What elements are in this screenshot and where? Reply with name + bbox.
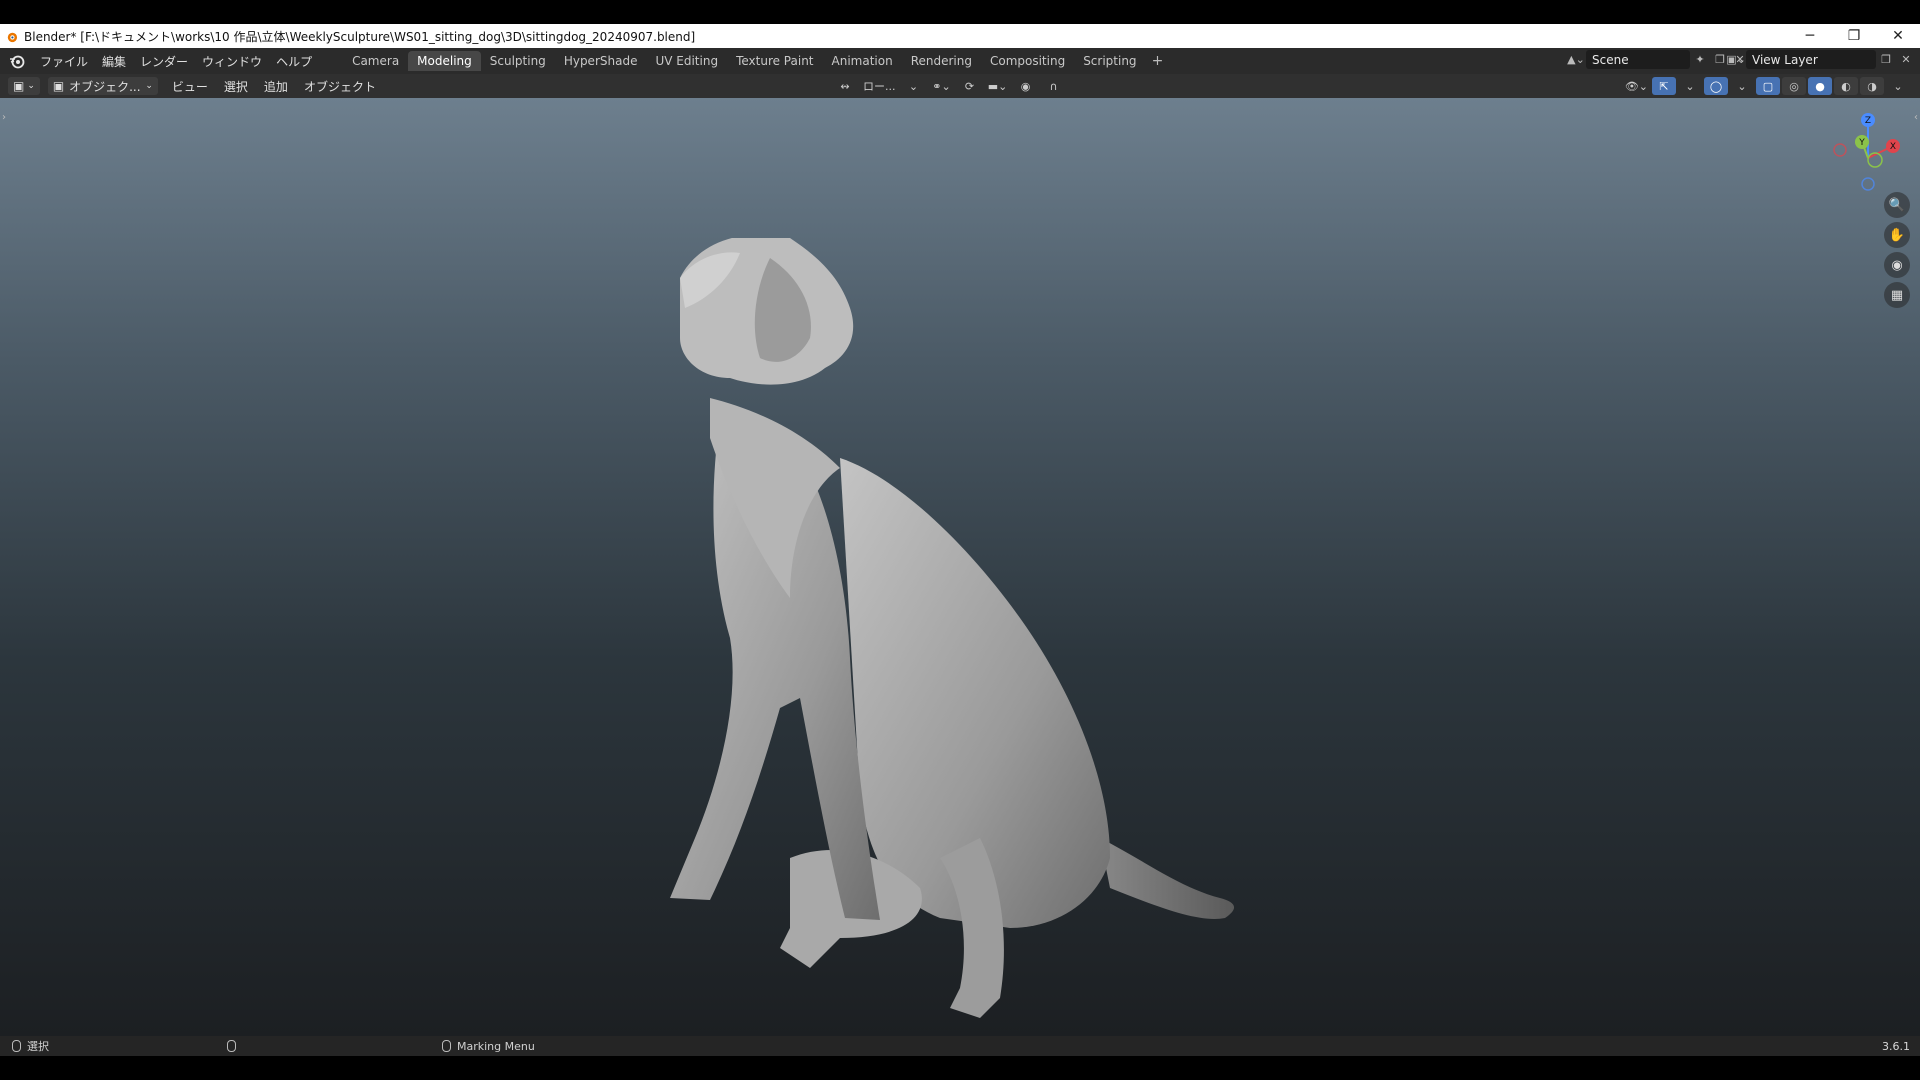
falloff-icon[interactable]: ∩ [1042,77,1066,95]
pan-hand-icon[interactable]: ✋ [1884,222,1910,248]
chevron-down-icon[interactable]: ⌄ [1678,77,1702,95]
object-mode-icon: ▣ [52,79,65,93]
minimize-button[interactable]: ─ [1788,24,1832,48]
screen-bottom-border [0,1056,1920,1080]
sidebar-expand-icon[interactable]: ‹ [1914,112,1918,123]
tab-sculpting[interactable]: Sculpting [481,51,555,71]
overlays-toggle-icon[interactable]: ◯ [1704,77,1728,95]
tab-texture-paint[interactable]: Texture Paint [727,51,822,71]
editor-type-dropdown[interactable]: ▣ ⌄ [8,77,40,95]
mode-dropdown[interactable]: ▣ オブジェク... ⌄ [47,77,158,95]
pin-icon[interactable]: ✦ [1690,50,1710,69]
toolbar-expand-icon[interactable]: › [2,112,6,123]
viewport-display-tools: 👁⌄ ⇱ ⌄ ◯ ⌄ ▢ ◎ ● ◐ ◑ ⌄ [1623,77,1910,95]
menu-add[interactable]: 追加 [256,78,296,95]
delete-view-layer-icon[interactable]: ✕ [1896,50,1916,69]
blender-logo-icon[interactable] [9,53,25,69]
viewport-header: ▣ ⌄ ▣ オブジェク... ⌄ ビュー 選択 追加 オブジェクト ↭ ロー..… [0,74,1920,98]
select-hint: 選択 [27,1040,49,1053]
chevron-down-icon[interactable]: ⌄ [1886,77,1910,95]
version-label: 3.6.1 [1882,1040,1910,1053]
menu-window[interactable]: ウィンドウ [195,53,269,70]
transform-orientation-dropdown[interactable]: ロー... [861,77,898,95]
editor-type-icon: ▣ [13,79,25,93]
gizmo-z-label: Z [1865,116,1871,126]
menu-file[interactable]: ファイル [33,53,95,70]
solid-shading-icon[interactable]: ● [1808,77,1832,95]
transform-tools: ↭ ロー... ⌄ ⚭⌄ ⟳ ▬⌄ ◉ ∩ [833,77,1066,95]
pivot-point-icon[interactable]: ⚭⌄ [930,77,954,95]
tab-camera[interactable]: Camera [343,51,408,71]
chevron-down-icon: ⌄ [145,81,153,91]
menu-object[interactable]: オブジェクト [296,78,384,95]
menu-view[interactable]: ビュー [164,78,216,95]
scene-icon[interactable]: ▲⌄ [1566,50,1586,69]
marking-menu-hint: Marking Menu [457,1039,535,1053]
tab-rendering[interactable]: Rendering [902,51,981,71]
tab-modeling[interactable]: Modeling [408,51,481,71]
perspective-grid-icon[interactable]: ▦ [1884,282,1910,308]
snap-target-icon[interactable]: ▬⌄ [986,77,1010,95]
view-layer-icon[interactable]: ▣⌄ [1726,50,1746,69]
chevron-down-icon[interactable]: ⌄ [1730,77,1754,95]
sitting-dog-model[interactable] [640,238,1260,1036]
gizmo-x-label: X [1890,142,1896,152]
workspace-tabs: Camera Modeling Sculpting HyperShade UV … [343,51,1169,71]
navigation-gizmo[interactable]: Z Y X [1818,108,1908,198]
close-button[interactable]: ✕ [1876,24,1920,48]
tab-scripting[interactable]: Scripting [1074,51,1145,71]
tab-uv-editing[interactable]: UV Editing [646,51,727,71]
screen-top-border [0,0,1920,24]
view-layer-field[interactable]: View Layer [1746,50,1876,69]
blender-app-icon [7,32,18,42]
middle-mouse-icon [227,1040,236,1052]
chevron-down-icon[interactable]: ⌄ [902,77,926,95]
xray-toggle-icon[interactable]: ▢ [1756,77,1780,95]
window-controls: ─ ❐ ✕ [1788,24,1920,48]
proportional-edit-icon[interactable]: ◉ [1014,77,1038,95]
scene-selector: ▲⌄ Scene ✦ ❐ ✕ [1566,50,1750,69]
tab-compositing[interactable]: Compositing [981,51,1074,71]
tab-animation[interactable]: Animation [823,51,902,71]
zoom-icon[interactable]: 🔍 [1884,192,1910,218]
window-title: Blender* [F:\ドキュメント\works\10 作品\立体\Weekl… [24,29,696,44]
new-view-layer-icon[interactable]: ❐ [1876,50,1896,69]
menu-render[interactable]: レンダー [133,53,195,70]
menu-select[interactable]: 選択 [216,78,256,95]
camera-view-icon[interactable]: ◉ [1884,252,1910,278]
3d-viewport[interactable]: › ‹ Z Y X 🔍 ✋ ◉ ▦ [0,98,1920,1036]
left-mouse-icon [12,1040,21,1052]
gizmo-y-label: Y [1858,138,1865,148]
transform-orientation-icon[interactable]: ↭ [833,77,857,95]
tab-hypershade[interactable]: HyperShade [555,51,647,71]
rendered-shading-icon[interactable]: ◑ [1860,77,1884,95]
menu-edit[interactable]: 編集 [95,53,133,70]
visibility-icon[interactable]: 👁⌄ [1623,77,1650,95]
view-layer-selector: ▣⌄ View Layer ❐ ✕ [1726,50,1916,69]
add-workspace-button[interactable]: + [1146,53,1170,69]
material-shading-icon[interactable]: ◐ [1834,77,1858,95]
menu-help[interactable]: ヘルプ [269,53,319,70]
status-bar: 選択 Marking Menu 3.6.1 [0,1036,1920,1056]
restore-button[interactable]: ❐ [1832,24,1876,48]
snap-icon[interactable]: ⟳ [958,77,982,95]
window-titlebar: Blender* [F:\ドキュメント\works\10 作品\立体\Weekl… [0,24,1920,48]
right-mouse-icon [442,1040,451,1052]
wireframe-shading-icon[interactable]: ◎ [1782,77,1806,95]
mode-label: オブジェク... [69,79,141,94]
gizmo-toggle-icon[interactable]: ⇱ [1652,77,1676,95]
scene-name-field[interactable]: Scene [1586,50,1690,69]
top-menubar: ファイル 編集 レンダー ウィンドウ ヘルプ Camera Modeling S… [0,48,1920,74]
chevron-down-icon: ⌄ [27,81,35,91]
